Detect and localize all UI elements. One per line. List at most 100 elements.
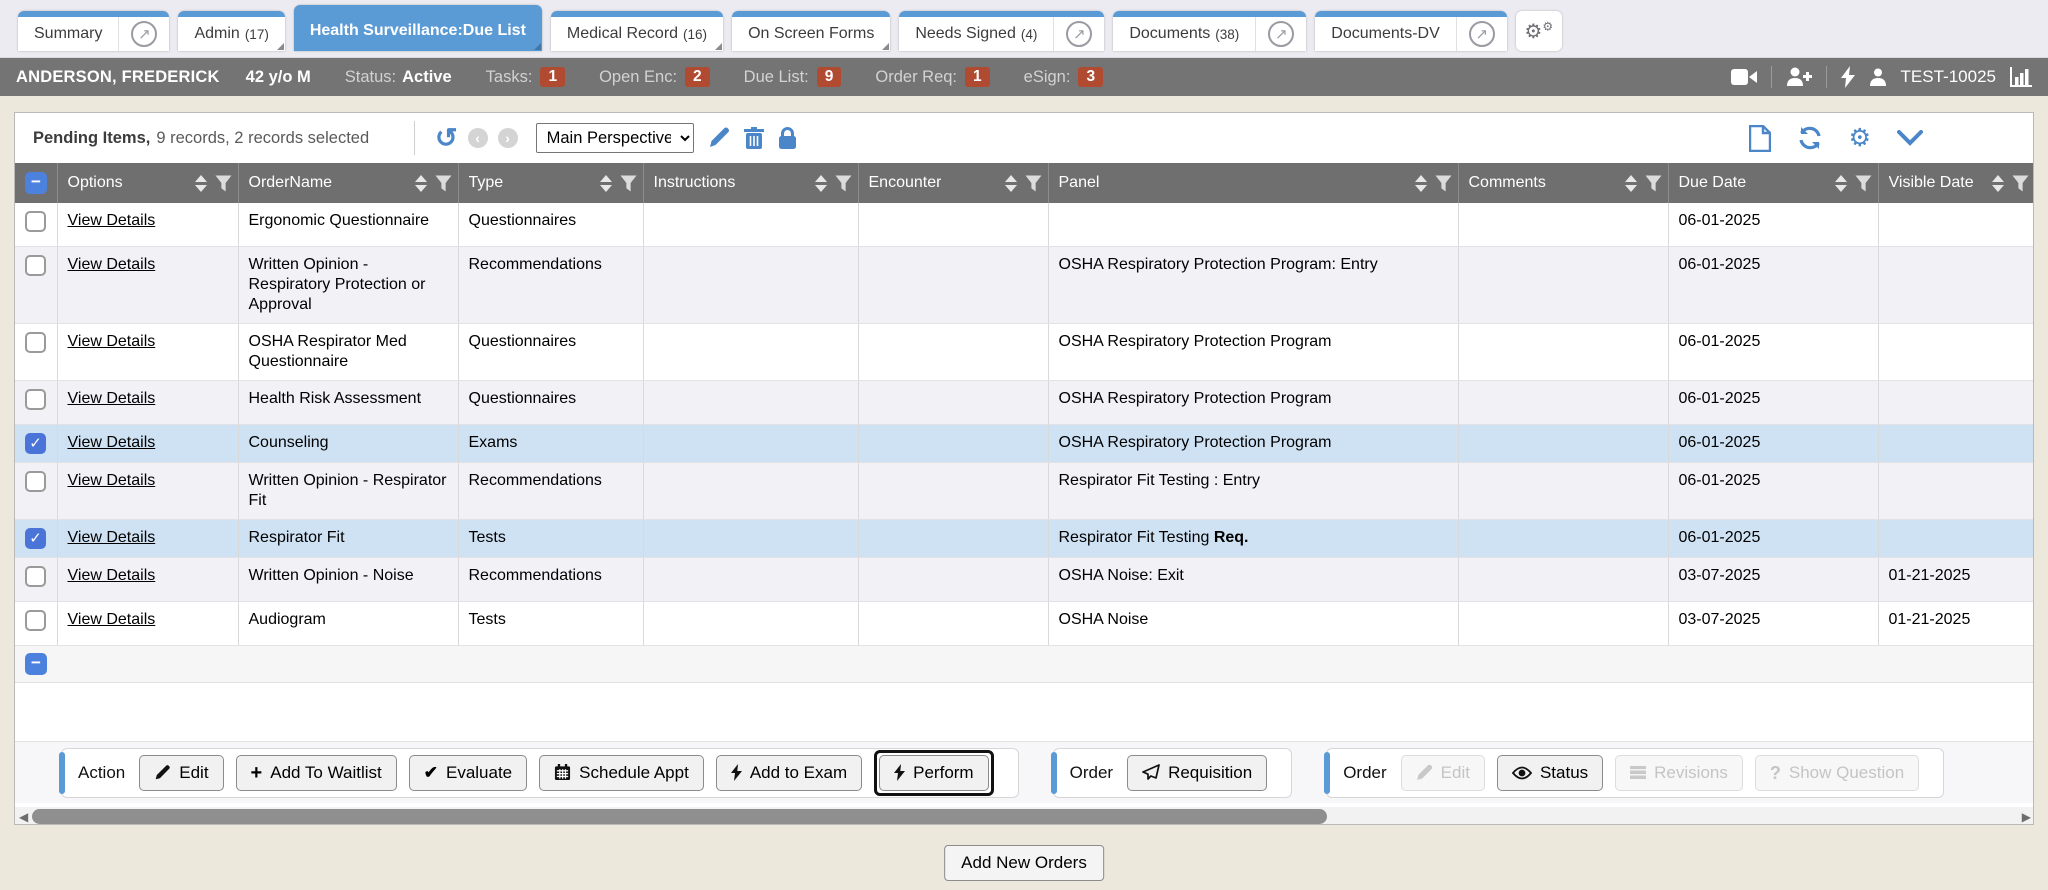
sort-icon[interactable]: [1835, 175, 1847, 192]
stat-badge-order-req[interactable]: 1: [965, 67, 990, 87]
table-row: View DetailsWritten Opinion - Respirator…: [15, 463, 2034, 520]
refresh-icon[interactable]: [1797, 125, 1823, 151]
open-in-new-window-button[interactable]: ↗: [1255, 11, 1306, 51]
open-in-new-window-button[interactable]: ↗: [1053, 11, 1104, 51]
chevron-left-icon[interactable]: ‹: [468, 128, 488, 148]
undo-icon[interactable]: ↺: [435, 125, 458, 152]
chevron-right-icon[interactable]: ›: [498, 128, 518, 148]
add-person-icon[interactable]: [1786, 67, 1812, 87]
bar-chart-icon[interactable]: [2010, 67, 2032, 87]
view-details-link[interactable]: View Details: [68, 529, 156, 546]
open-in-new-window-button[interactable]: ↗: [1456, 11, 1507, 51]
select-all-checkbox[interactable]: −: [25, 172, 47, 194]
tab-admin[interactable]: Admin(17): [178, 11, 284, 51]
column-header-visible-date[interactable]: Visible Date: [1878, 163, 2034, 203]
row-checkbox[interactable]: [25, 332, 46, 353]
add-to-waitlist-button[interactable]: +Add To Waitlist: [236, 755, 397, 791]
scrollbar-thumb[interactable]: [32, 809, 1327, 824]
filter-icon[interactable]: [1435, 175, 1452, 192]
row-checkbox[interactable]: [25, 610, 46, 631]
row-checkbox[interactable]: ✓: [25, 528, 46, 549]
stat-label-due-list: Due List:: [744, 68, 809, 87]
view-details-link[interactable]: View Details: [68, 567, 156, 584]
row-checkbox[interactable]: [25, 255, 46, 276]
sort-icon[interactable]: [600, 175, 612, 192]
schedule-appt-button[interactable]: Schedule Appt: [539, 755, 704, 791]
video-camera-icon[interactable]: [1731, 68, 1757, 86]
comments-cell: [1458, 520, 1668, 558]
row-checkbox[interactable]: ✓: [25, 433, 46, 454]
column-header-comments[interactable]: Comments: [1458, 163, 1668, 203]
tab-on-screen-forms[interactable]: On Screen Forms: [732, 11, 890, 51]
edit-button[interactable]: Edit: [139, 755, 223, 791]
lightning-icon[interactable]: [1841, 66, 1855, 88]
view-details-link[interactable]: View Details: [68, 434, 156, 451]
sort-icon[interactable]: [1005, 175, 1017, 192]
stat-badge-due-list[interactable]: 9: [817, 67, 842, 87]
stat-badge-open-enc[interactable]: 2: [685, 67, 710, 87]
sort-icon[interactable]: [1415, 175, 1427, 192]
view-details-link[interactable]: View Details: [68, 256, 156, 273]
column-header-instructions[interactable]: Instructions: [643, 163, 858, 203]
perform-button[interactable]: Perform: [879, 755, 988, 791]
add-new-orders-button[interactable]: Add New Orders: [944, 845, 1104, 881]
requisition-button[interactable]: Requisition: [1127, 755, 1267, 791]
comments-cell: [1458, 425, 1668, 463]
filter-icon[interactable]: [620, 175, 637, 192]
stat-badge-esign[interactable]: 3: [1078, 67, 1103, 87]
table-footer: −: [15, 646, 2033, 683]
view-details-link[interactable]: View Details: [68, 333, 156, 350]
open-in-new-window-button[interactable]: ↗: [118, 11, 169, 51]
tab-medical-record[interactable]: Medical Record(16): [551, 11, 723, 51]
tab-documents-dv[interactable]: Documents-DV↗: [1315, 11, 1506, 51]
plus-icon: +: [251, 763, 263, 783]
column-header-options[interactable]: Options: [57, 163, 238, 203]
tab-summary[interactable]: Summary↗: [18, 11, 169, 51]
status-button[interactable]: Status: [1497, 755, 1603, 791]
row-checkbox[interactable]: [25, 471, 46, 492]
sort-icon[interactable]: [195, 175, 207, 192]
view-details-link[interactable]: View Details: [68, 472, 156, 489]
filter-icon[interactable]: [835, 175, 852, 192]
scroll-left-icon[interactable]: ◀: [15, 810, 32, 824]
tab-settings-button[interactable]: ⚙⚙: [1516, 11, 1562, 51]
lock-icon[interactable]: [778, 127, 797, 150]
filter-icon[interactable]: [1025, 175, 1042, 192]
sort-icon[interactable]: [415, 175, 427, 192]
edit-perspective-icon[interactable]: [708, 127, 730, 149]
scroll-right-icon[interactable]: ▶: [2018, 810, 2034, 824]
column-header-encounter[interactable]: Encounter: [858, 163, 1048, 203]
group-accent-bar: [1324, 752, 1330, 794]
filter-icon[interactable]: [215, 175, 232, 192]
delete-perspective-icon[interactable]: [744, 127, 764, 149]
view-details-link[interactable]: View Details: [68, 212, 156, 229]
filter-icon[interactable]: [1855, 175, 1872, 192]
sort-icon[interactable]: [1625, 175, 1637, 192]
row-checkbox[interactable]: [25, 389, 46, 410]
sort-icon[interactable]: [815, 175, 827, 192]
filter-icon[interactable]: [2012, 175, 2029, 192]
column-header-panel[interactable]: Panel: [1048, 163, 1458, 203]
settings-gear-icon[interactable]: ⚙: [1849, 126, 1871, 151]
view-details-link[interactable]: View Details: [68, 390, 156, 407]
collapse-chevron-icon[interactable]: [1897, 130, 1923, 146]
tab-health-surveillance-due-list[interactable]: Health Surveillance:Due List: [294, 5, 542, 51]
column-header-due-date[interactable]: Due Date: [1668, 163, 1878, 203]
horizontal-scrollbar[interactable]: ◀ ▶: [15, 807, 2034, 825]
view-details-link[interactable]: View Details: [68, 611, 156, 628]
tab-documents[interactable]: Documents(38)↗: [1113, 11, 1306, 51]
new-document-icon[interactable]: [1749, 125, 1771, 152]
deselect-all-icon[interactable]: −: [25, 653, 47, 675]
column-header-type[interactable]: Type: [458, 163, 643, 203]
column-header-ordername[interactable]: OrderName: [238, 163, 458, 203]
filter-icon[interactable]: [435, 175, 452, 192]
stat-badge-tasks[interactable]: 1: [540, 67, 565, 87]
perspective-select[interactable]: Main Perspective: [536, 123, 694, 153]
evaluate-button[interactable]: ✔Evaluate: [409, 755, 527, 791]
row-checkbox[interactable]: [25, 211, 46, 232]
row-checkbox[interactable]: [25, 566, 46, 587]
add-to-exam-button[interactable]: Add to Exam: [716, 755, 862, 791]
tab-needs-signed[interactable]: Needs Signed(4)↗: [899, 11, 1104, 51]
sort-icon[interactable]: [1992, 175, 2004, 192]
filter-icon[interactable]: [1645, 175, 1662, 192]
